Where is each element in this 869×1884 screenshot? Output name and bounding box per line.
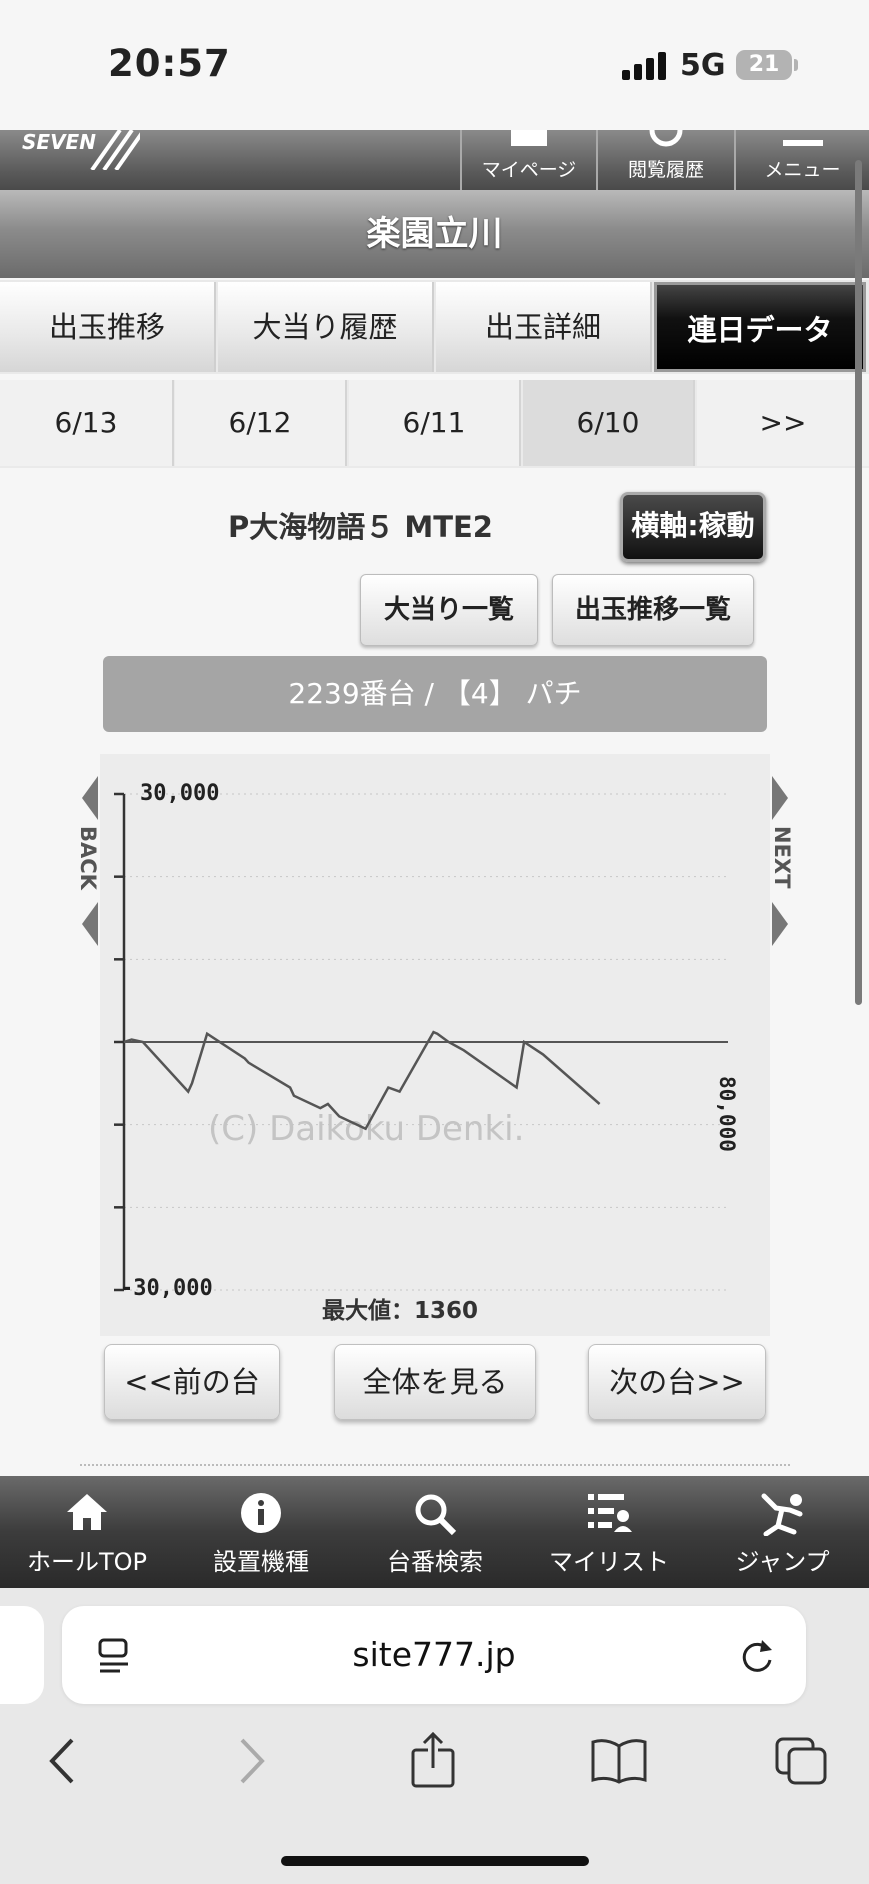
menu-label: メニュー <box>764 159 841 181</box>
model-name: P大海物語５ MTE2 <box>228 510 493 544</box>
tab-payout-trend[interactable]: 出玉推移 <box>0 282 216 372</box>
x-max-label: 80,000 <box>715 1076 739 1152</box>
bottom-nav-search[interactable]: 台番検索 <box>348 1476 522 1588</box>
home-icon <box>67 1494 107 1530</box>
date-tab-1[interactable]: 6/13 <box>0 380 174 466</box>
tab-payout-detail[interactable]: 出玉詳細 <box>436 282 652 372</box>
mypage-label: マイページ <box>481 159 577 181</box>
date-tab-4[interactable]: 6/10 <box>523 380 695 466</box>
jump-icon <box>761 1493 802 1536</box>
share-icon[interactable] <box>410 1732 456 1788</box>
mypage-icon <box>511 130 547 146</box>
max-value-label: 最大値：1360 <box>322 1298 478 1324</box>
site-header: SEVEN マイページ 閲覧履歴 メニュー <box>0 130 869 190</box>
y-tick-top: 30,000 <box>140 781 219 806</box>
prev-machine-button[interactable]: <<前の台 <box>104 1344 280 1420</box>
address-bar[interactable]: site777.jp <box>62 1606 806 1704</box>
browser-chrome: site777.jp <box>0 1588 869 1884</box>
page-title: 楽園立川 <box>0 190 869 278</box>
status-bar: 20:57 5G 21 <box>0 0 869 130</box>
battery-tip <box>794 59 798 71</box>
tab-daily-data[interactable]: 連日データ <box>654 282 866 372</box>
home-indicator <box>281 1856 589 1866</box>
menu-icon <box>782 140 823 146</box>
bottom-nav-label: 設置機種 <box>213 1548 309 1576</box>
history-label: 閲覧履歴 <box>627 159 704 181</box>
bottom-nav-machines[interactable]: 設置機種 <box>174 1476 348 1588</box>
logo-stripes-icon <box>90 130 140 170</box>
bottom-nav-jump[interactable]: ジャンプ <box>696 1476 869 1588</box>
bottom-nav-label: ホールTOP <box>26 1548 148 1576</box>
date-tabs: 6/13 6/12 6/11 6/10 >> <box>0 380 869 468</box>
back-label[interactable]: BACK <box>76 826 100 890</box>
bottom-nav-label: マイリスト <box>549 1548 669 1576</box>
y-tick-bottom: -30,000 <box>120 1276 213 1301</box>
chart-axis <box>114 792 728 1292</box>
forward-icon[interactable] <box>236 1738 266 1784</box>
info-icon <box>241 1493 281 1533</box>
bottom-nav: ホールTOP 設置機種 台番検索 マイリスト ジャンプ <box>0 1476 869 1588</box>
tab-jackpot-history[interactable]: 大当り履歴 <box>218 282 434 372</box>
main-tabs: 出玉推移 大当り履歴 出玉詳細 連日データ <box>0 280 869 374</box>
tabs-icon[interactable] <box>774 1736 828 1786</box>
search-icon <box>415 1494 457 1536</box>
back-icon[interactable] <box>48 1738 78 1784</box>
date-tab-3[interactable]: 6/11 <box>349 380 521 466</box>
next-label[interactable]: NEXT <box>770 826 794 888</box>
axis-toggle-button[interactable]: 横軸:稼動 <box>620 492 766 562</box>
history-button[interactable]: 閲覧履歴 <box>596 130 734 190</box>
list-icon <box>588 1494 632 1532</box>
payout-chart: 30,000 -30,000 (C) Daikoku Denki. 80,000… <box>100 754 770 1336</box>
url-text: site777.jp <box>352 1635 516 1674</box>
next-machine-button[interactable]: 次の台>> <box>588 1344 766 1420</box>
reload-icon[interactable] <box>738 1636 776 1676</box>
jackpot-list-button[interactable]: 大当り一覧 <box>360 574 538 646</box>
battery-icon: 21 <box>736 50 792 80</box>
chart-svg: 30,000 -30,000 (C) Daikoku Denki. 80,000… <box>114 781 739 1324</box>
status-time: 20:57 <box>108 42 231 85</box>
machine-banner: 2239番台 / 【4】 パチ <box>103 656 767 732</box>
bottom-nav-hall-top[interactable]: ホールTOP <box>0 1476 174 1588</box>
previous-tab[interactable] <box>0 1606 44 1704</box>
date-tab-2[interactable]: 6/12 <box>175 380 347 466</box>
bottom-nav-label: ジャンプ <box>735 1548 830 1576</box>
signal-icon <box>622 52 668 80</box>
date-tab-next[interactable]: >> <box>697 380 869 466</box>
history-icon <box>649 130 683 147</box>
bottom-nav-label: 台番検索 <box>387 1548 483 1576</box>
divider <box>80 1464 790 1466</box>
menu-button[interactable]: メニュー <box>734 130 869 190</box>
bottom-nav-mylist[interactable]: マイリスト <box>522 1476 696 1588</box>
payout-list-button[interactable]: 出玉推移一覧 <box>552 574 754 646</box>
view-all-button[interactable]: 全体を見る <box>334 1344 536 1420</box>
scrollbar[interactable] <box>855 160 862 1005</box>
mypage-button[interactable]: マイページ <box>460 130 596 190</box>
bookmarks-icon[interactable] <box>590 1738 648 1784</box>
network-type: 5G <box>680 48 726 83</box>
